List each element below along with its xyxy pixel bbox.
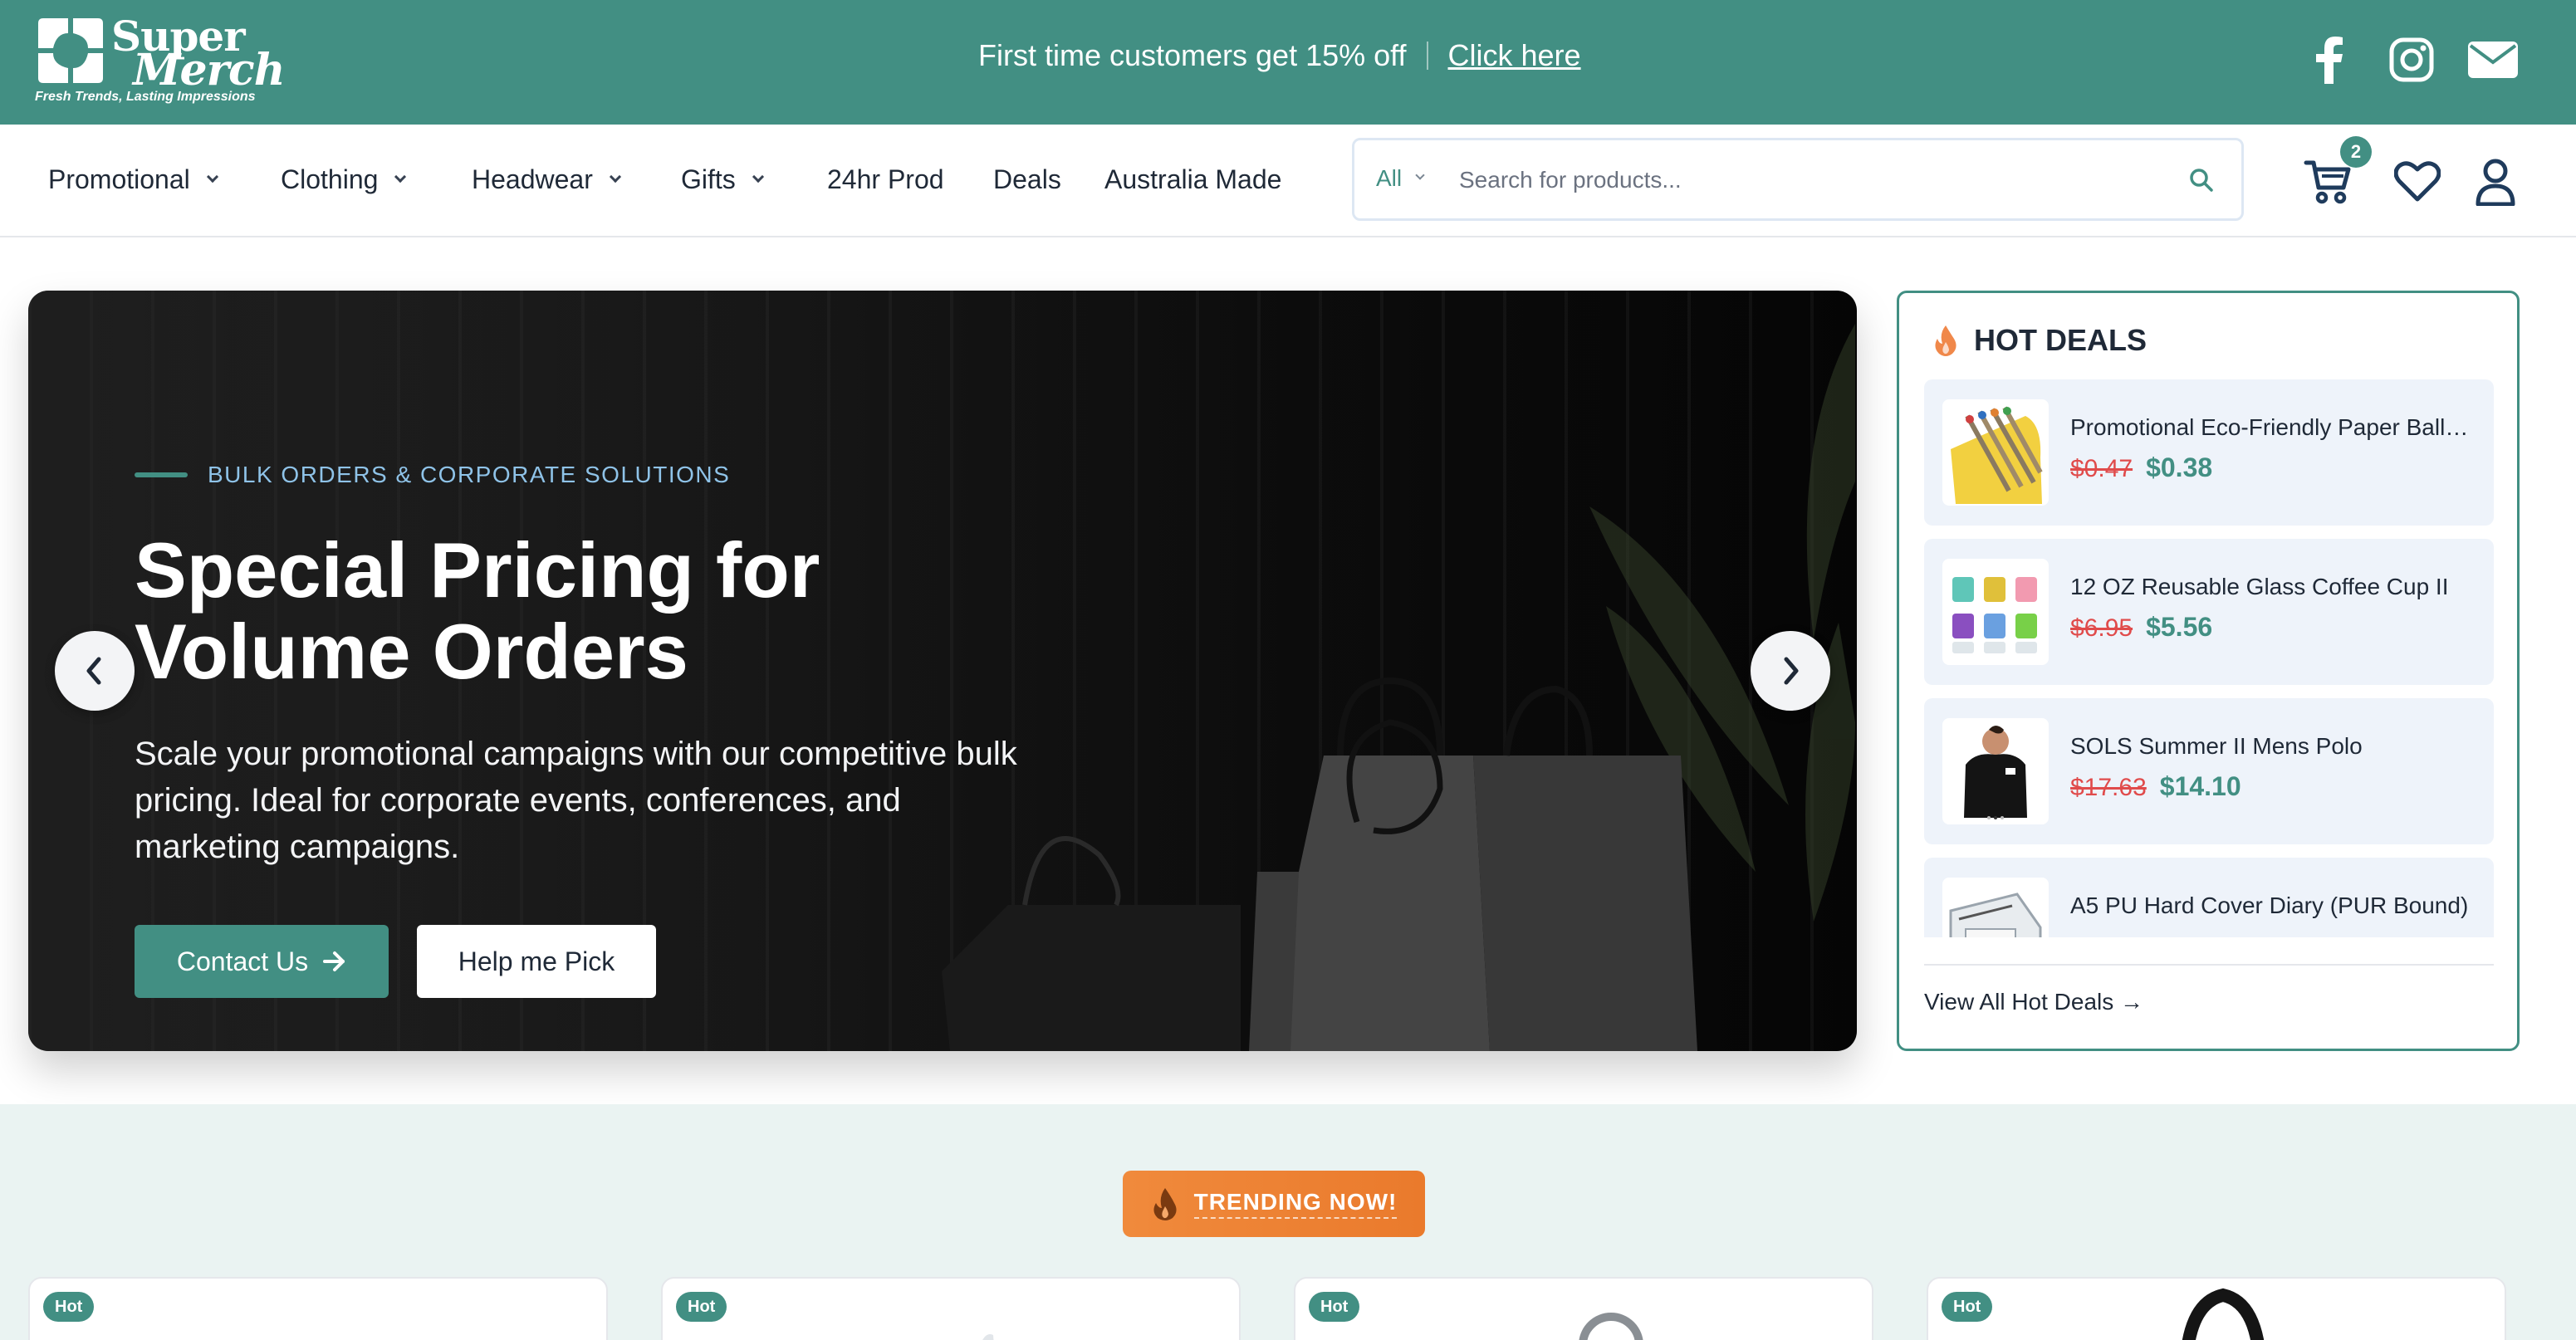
nav-item-deals[interactable]: Deals: [993, 164, 1061, 195]
product-image: [2182, 1288, 2265, 1340]
hot-deals-divider: [1924, 964, 2494, 966]
search-input[interactable]: [1459, 159, 2173, 202]
carousel-next-button[interactable]: [1751, 631, 1830, 711]
contact-us-button[interactable]: Contact Us: [135, 925, 389, 998]
chevron-down-icon: [752, 170, 764, 183]
hot-deals-panel: HOT DEALS Promotional Eco-Friendly Paper…: [1897, 291, 2520, 1051]
user-icon[interactable]: [2466, 153, 2525, 211]
nav-item-gifts[interactable]: Gifts: [681, 164, 764, 195]
nav-item-clothing[interactable]: Clothing: [281, 164, 407, 195]
facebook-icon[interactable]: [2302, 33, 2355, 86]
mail-icon[interactable]: [2466, 33, 2520, 86]
nav-item-label: 24hr Prod: [827, 164, 944, 194]
product-thumbnail: [1942, 399, 2049, 506]
logo-name-line2: Merch: [133, 45, 286, 95]
contact-us-label: Contact Us: [176, 946, 309, 976]
trending-product-card[interactable]: Hot: [661, 1277, 1241, 1340]
heart-icon[interactable]: [2388, 153, 2446, 211]
chevron-down-icon: [206, 170, 218, 183]
hero-description: Scale your promotional campaigns with ou…: [135, 736, 1017, 865]
hot-deal-new-price: $14.10: [2159, 771, 2241, 801]
promo-divider: [1426, 42, 1428, 70]
promo-link[interactable]: Click here: [1448, 38, 1581, 73]
cart-count-badge: 2: [2340, 136, 2372, 168]
hot-deals-list: Promotional Eco-Friendly Paper Ballpoint…: [1924, 379, 2494, 937]
hot-tag-badge: Hot: [676, 1292, 727, 1322]
hot-deal-item[interactable]: Promotional Eco-Friendly Paper Ballpoint…: [1924, 379, 2494, 526]
site-logo[interactable]: Super Merch Fresh Trends, Lasting Impres…: [35, 12, 286, 110]
hot-deal-item[interactable]: SOLS Summer II Mens Polo $17.63 $14.10: [1924, 698, 2494, 844]
nav-item-promotional[interactable]: Promotional: [48, 164, 218, 195]
view-all-hot-deals-link[interactable]: View All Hot Deals →: [1924, 989, 2143, 1015]
hot-deal-name: Promotional Eco-Friendly Paper Ballpoint…: [2070, 414, 2477, 440]
product-image: [982, 1334, 994, 1340]
hero-eyebrow-text: BULK ORDERS & CORPORATE SOLUTIONS: [208, 462, 731, 487]
search-icon[interactable]: [2178, 159, 2225, 202]
hot-tag-badge: Hot: [1309, 1292, 1360, 1322]
hot-deals-heading: HOT DEALS: [1932, 323, 2147, 358]
chevron-left-icon: [86, 657, 101, 685]
trending-product-card[interactable]: Hot: [1294, 1277, 1873, 1340]
hot-deal-name: A5 PU Hard Cover Diary (PUR Bound): [2070, 893, 2469, 918]
nav-item-label: Deals: [993, 164, 1061, 194]
nav-item-headwear[interactable]: Headwear: [472, 164, 621, 195]
search-category-select[interactable]: All: [1376, 165, 1425, 192]
hot-deal-item[interactable]: A5 PU Hard Cover Diary (PUR Bound): [1924, 858, 2494, 937]
chevron-right-icon: [1784, 657, 1799, 685]
product-thumbnail: [1942, 559, 2049, 665]
nav-item-label: Headwear: [472, 164, 593, 194]
hero-eyebrow: BULK ORDERS & CORPORATE SOLUTIONS: [135, 462, 730, 488]
trending-now-label: TRENDING NOW!: [1193, 1189, 1398, 1219]
fire-icon: [1153, 1188, 1177, 1220]
nav-item-label: Gifts: [681, 164, 736, 194]
hot-deal-name: SOLS Summer II Mens Polo: [2070, 733, 2363, 759]
hot-deal-item[interactable]: 12 OZ Reusable Glass Coffee Cup II $6.95…: [1924, 539, 2494, 685]
instagram-icon[interactable]: [2385, 33, 2438, 86]
logo-tagline: Fresh Trends, Lasting Impressions: [35, 90, 256, 104]
hot-deal-new-price: $5.56: [2146, 612, 2213, 642]
hot-deal-prices: $0.47 $0.38: [2070, 452, 2212, 483]
nav-item-24hr-prod[interactable]: 24hr Prod: [827, 164, 944, 195]
hot-tag-badge: Hot: [1942, 1292, 1993, 1322]
top-announcement-bar: Super Merch Fresh Trends, Lasting Impres…: [0, 0, 2576, 125]
eyebrow-accent-line: [135, 472, 188, 477]
hot-deal-new-price: $0.38: [2146, 452, 2213, 482]
nav-item-label: Promotional: [48, 164, 190, 194]
logo-mark-icon: [38, 18, 103, 83]
promo-banner: First time customers get 15% off Click h…: [978, 38, 1581, 73]
promo-text: First time customers get 15% off: [978, 38, 1407, 72]
carousel-prev-button[interactable]: [55, 631, 135, 711]
trending-now-badge[interactable]: TRENDING NOW!: [1123, 1171, 1425, 1237]
hot-deal-old-price: $17.63: [2070, 774, 2147, 801]
hero-title: Special Pricing for Volume Orders: [135, 526, 820, 695]
nav-item-label: Australia Made: [1104, 164, 1282, 194]
nav-item-label: Clothing: [281, 164, 379, 194]
product-thumbnail: [1942, 878, 2049, 937]
product-image: [1579, 1313, 1643, 1340]
fire-icon: [1935, 325, 1956, 356]
chevron-down-icon: [609, 170, 621, 183]
trending-product-card[interactable]: Hot: [28, 1277, 608, 1340]
product-thumbnail: [1942, 718, 2049, 824]
hot-deals-title: HOT DEALS: [1974, 323, 2147, 357]
chevron-down-icon: [1415, 170, 1425, 180]
chevron-down-icon: [394, 170, 407, 183]
hot-tag-badge: Hot: [43, 1292, 95, 1322]
hot-deal-prices: $6.95 $5.56: [2070, 612, 2212, 643]
hot-deal-prices: $17.63 $14.10: [2070, 771, 2241, 802]
trending-section: TRENDING NOW! Hot Hot Hot Hot: [0, 1104, 2576, 1340]
help-me-pick-button[interactable]: Help me Pick: [417, 925, 656, 998]
arrow-right-icon: [323, 951, 345, 971]
hot-deal-name: 12 OZ Reusable Glass Coffee Cup II: [2070, 574, 2449, 599]
hot-deal-old-price: $6.95: [2070, 614, 2133, 642]
search-category-label: All: [1376, 165, 1403, 191]
trending-product-card[interactable]: Hot: [1927, 1277, 2506, 1340]
nav-item-australia-made[interactable]: Australia Made: [1104, 164, 1281, 195]
search-bar: All: [1352, 138, 2244, 221]
hero-banner: BULK ORDERS & CORPORATE SOLUTIONS Specia…: [28, 291, 1857, 1051]
hot-deal-old-price: $0.47: [2070, 455, 2133, 482]
